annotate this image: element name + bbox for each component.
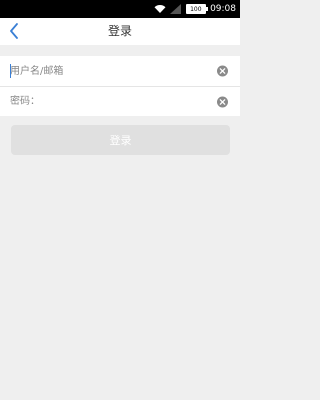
clear-icon: [217, 65, 228, 77]
nav-bar: 登录: [0, 18, 240, 45]
username-row: [0, 56, 240, 86]
status-time: 09:08: [210, 4, 236, 14]
clear-password-button[interactable]: [217, 96, 228, 107]
text-cursor: [10, 64, 11, 78]
password-row: [0, 86, 240, 116]
clear-username-button[interactable]: [217, 65, 228, 77]
password-input[interactable]: [10, 87, 205, 116]
username-input[interactable]: [10, 56, 205, 86]
battery-icon: 100: [186, 4, 209, 14]
login-button[interactable]: 登录: [11, 125, 230, 155]
clear-icon: [217, 96, 228, 107]
login-form: [0, 56, 240, 116]
battery-level: 100: [190, 6, 202, 13]
signal-icon: [170, 4, 182, 14]
wifi-icon: [154, 4, 166, 14]
status-bar: 100 09:08: [0, 0, 240, 18]
status-icons: 100 09:08: [154, 0, 240, 18]
page-title: 登录: [107, 24, 132, 38]
